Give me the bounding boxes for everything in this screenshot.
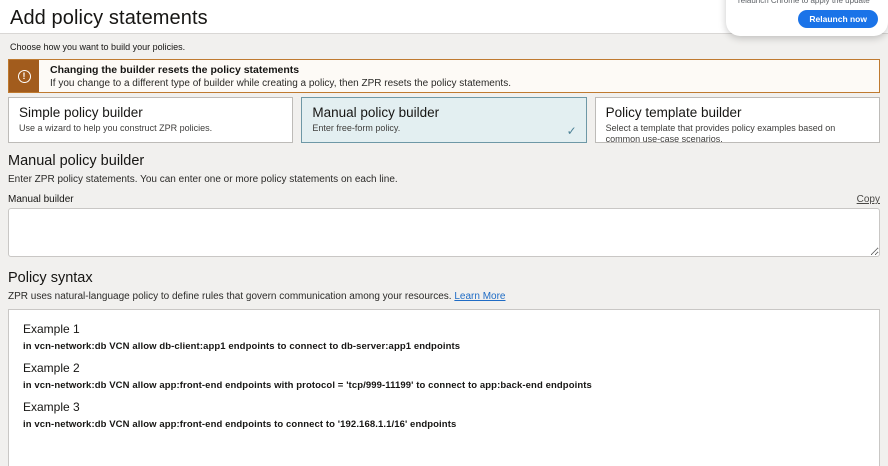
card-description: Select a template that provides policy e… — [606, 123, 869, 146]
relaunch-now-button[interactable]: Relaunch now — [798, 10, 878, 28]
example-2-label: Example 2 — [23, 361, 865, 375]
warning-banner: ! Changing the builder resets the policy… — [8, 59, 880, 93]
card-simple-policy-builder[interactable]: Simple policy builder Use a wizard to he… — [8, 97, 293, 143]
card-title: Policy template builder — [606, 105, 869, 120]
card-description: Use a wizard to help you construct ZPR p… — [19, 123, 282, 134]
copy-link[interactable]: Copy — [857, 194, 880, 205]
card-description: Enter free-form policy. — [312, 123, 575, 134]
policy-examples-box: Example 1 in vcn-network:db VCN allow db… — [8, 309, 880, 466]
example-2-statement: in vcn-network:db VCN allow app:front-en… — [23, 380, 865, 391]
manual-builder-field-row: Manual builder Copy — [8, 194, 880, 205]
learn-more-link[interactable]: Learn More — [454, 291, 505, 302]
policy-syntax-text: ZPR uses natural-language policy to defi… — [8, 291, 452, 302]
manual-builder-heading: Manual policy builder — [8, 153, 880, 169]
intro-text: Choose how you want to build your polici… — [10, 42, 880, 52]
card-manual-policy-builder[interactable]: Manual policy builder Enter free-form po… — [301, 97, 586, 143]
warning-exclamation-icon: ! — [18, 70, 31, 83]
example-3-label: Example 3 — [23, 400, 865, 414]
warning-body: Changing the builder resets the policy s… — [39, 60, 521, 92]
builder-cards: Simple policy builder Use a wizard to he… — [8, 97, 880, 143]
manual-builder-label: Manual builder — [8, 194, 74, 205]
policy-syntax-heading: Policy syntax — [8, 270, 880, 286]
card-title: Manual policy builder — [312, 105, 575, 120]
manual-builder-textarea[interactable] — [8, 208, 880, 257]
warning-description: If you change to a different type of bui… — [50, 78, 511, 89]
policy-syntax-description: ZPR uses natural-language policy to defi… — [8, 291, 880, 302]
example-1-label: Example 1 — [23, 322, 865, 336]
warning-icon-box: ! — [9, 60, 39, 92]
browser-update-toast: relaunch Chrome to apply the update Rela… — [726, 0, 888, 36]
toast-message: relaunch Chrome to apply the update — [738, 0, 878, 5]
manual-builder-description: Enter ZPR policy statements. You can ent… — [8, 174, 880, 185]
warning-title: Changing the builder resets the policy s… — [50, 64, 511, 76]
main-content: Choose how you want to build your polici… — [0, 34, 888, 466]
selected-check-icon: ✓ — [567, 124, 577, 138]
card-title: Simple policy builder — [19, 105, 282, 120]
example-3-statement: in vcn-network:db VCN allow app:front-en… — [23, 419, 865, 430]
example-1-statement: in vcn-network:db VCN allow db-client:ap… — [23, 341, 865, 352]
card-policy-template-builder[interactable]: Policy template builder Select a templat… — [595, 97, 880, 143]
